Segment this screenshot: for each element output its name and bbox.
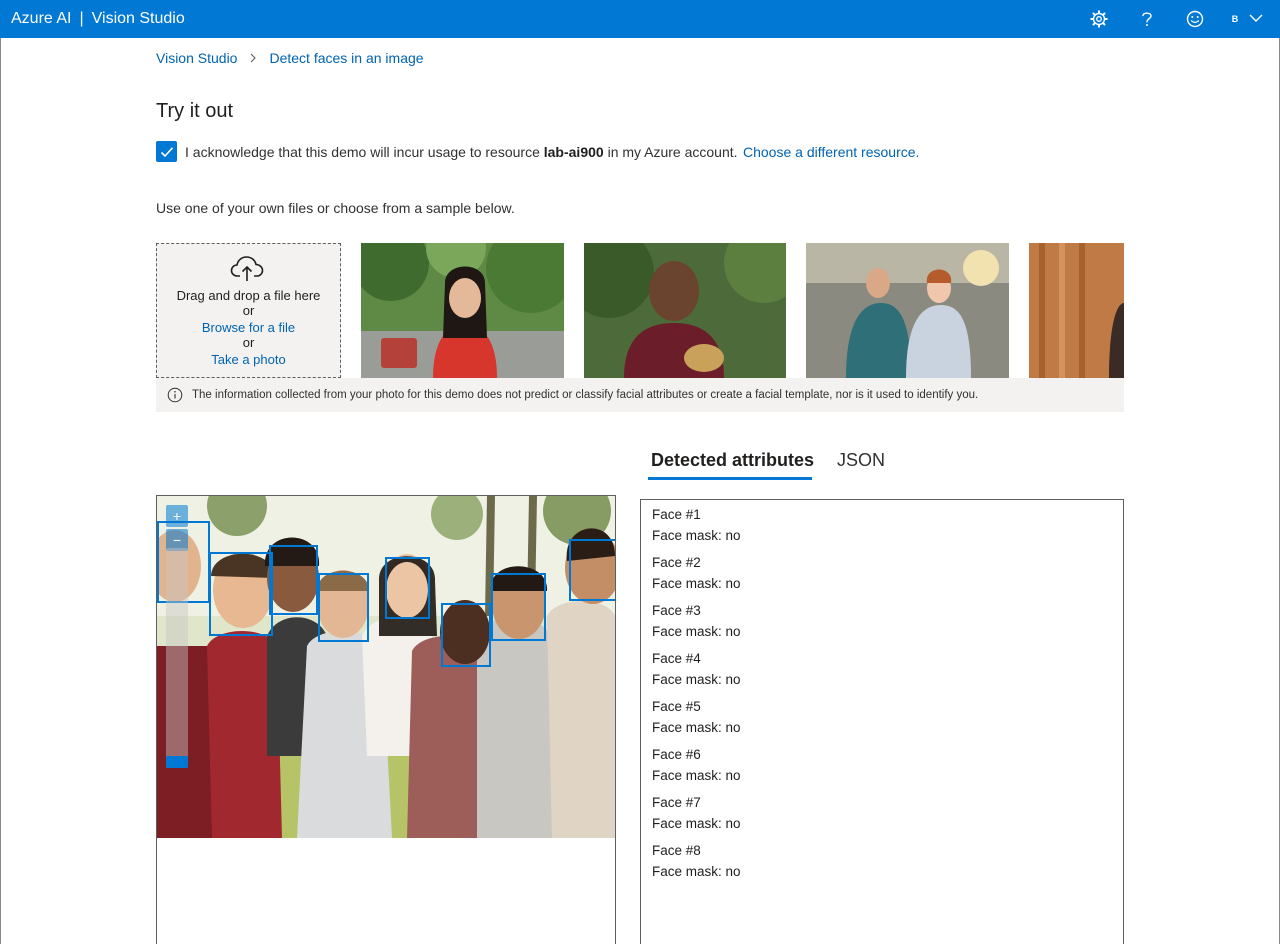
smiley-icon[interactable]	[1184, 8, 1206, 30]
sample-image-3[interactable]	[806, 243, 1009, 378]
chevron-right-icon	[245, 50, 261, 66]
face-3-mask: Face mask: no	[652, 624, 741, 639]
or-text: or	[242, 335, 255, 350]
face-4-label: Face #4	[652, 651, 701, 666]
sample-image-1[interactable]	[361, 243, 564, 378]
file-drop-zone[interactable]: Drag and drop a file here or Browse for …	[156, 243, 341, 378]
chevron-down-icon[interactable]	[1248, 10, 1264, 26]
face-bounding-box-6	[441, 603, 491, 667]
privacy-notice: The information collected from your phot…	[156, 378, 1124, 412]
take-photo-link[interactable]: Take a photo	[157, 352, 340, 367]
app-title[interactable]: Azure AI | Vision Studio	[11, 10, 185, 28]
info-icon	[167, 387, 183, 403]
face-7-mask: Face mask: no	[652, 816, 741, 831]
face-8-mask: Face mask: no	[652, 864, 741, 879]
face-2-mask: Face mask: no	[652, 576, 741, 591]
face-3-label: Face #3	[652, 603, 701, 618]
gear-icon[interactable]	[1088, 8, 1110, 30]
window-border-left	[0, 38, 1, 944]
analyzed-photo	[157, 496, 615, 838]
sample-image-2[interactable]	[584, 243, 786, 378]
help-icon[interactable]	[1136, 8, 1158, 30]
face-5-mask: Face mask: no	[652, 720, 741, 735]
checkmark-icon	[160, 146, 173, 157]
face-bounding-box-3	[269, 545, 318, 615]
detected-attributes-panel: Face #1 Face mask: no Face #2 Face mask:…	[640, 499, 1124, 944]
or-text: or	[242, 303, 255, 318]
face-bounding-box-4	[318, 573, 369, 642]
privacy-notice-text: The information collected from your phot…	[192, 389, 979, 401]
face-8-label: Face #8	[652, 843, 701, 858]
zoom-in-button[interactable]: +	[166, 505, 188, 527]
face-4-mask: Face mask: no	[652, 672, 741, 687]
breadcrumb-detect-faces[interactable]: Detect faces in an image	[269, 50, 423, 66]
browse-file-link[interactable]: Browse for a file	[157, 320, 340, 335]
face-1-label: Face #1	[652, 507, 701, 522]
face-bounding-box-8	[569, 539, 615, 601]
brand-azure-ai: Azure AI	[11, 10, 72, 27]
choose-resource-link[interactable]: Choose a different resource.	[743, 144, 919, 161]
instructions-text: Use one of your own files or choose from…	[156, 200, 515, 216]
cloud-upload-icon	[230, 256, 264, 281]
breadcrumb-vision-studio[interactable]: Vision Studio	[156, 50, 237, 66]
face-7-label: Face #7	[652, 795, 701, 810]
resource-name: lab-ai900	[543, 144, 604, 160]
page-title: Try it out	[156, 100, 234, 122]
face-bounding-box-5	[385, 557, 430, 619]
acknowledge-label: I acknowledge that this demo will incur …	[185, 144, 738, 161]
face-1-mask: Face mask: no	[652, 528, 741, 543]
acknowledge-checkbox[interactable]	[156, 141, 177, 162]
active-tab-indicator	[648, 477, 812, 480]
tab-json[interactable]: JSON	[837, 449, 885, 471]
avatar[interactable]: B	[1227, 11, 1243, 27]
zoom-slider-handle[interactable]	[166, 756, 188, 768]
face-2-label: Face #2	[652, 555, 701, 570]
face-bounding-box-7	[491, 573, 546, 641]
brand-vision-studio: Vision Studio	[91, 10, 185, 27]
sample-image-4[interactable]	[1029, 243, 1124, 378]
face-6-label: Face #6	[652, 747, 701, 762]
tab-detected-attributes[interactable]: Detected attributes	[651, 449, 814, 471]
zoom-slider-track[interactable]	[166, 548, 188, 768]
drag-drop-text: Drag and drop a file here	[176, 288, 321, 303]
breadcrumb: Vision Studio Detect faces in an image	[156, 50, 424, 66]
top-bar: Azure AI | Vision Studio B	[0, 0, 1280, 38]
brand-separator: |	[79, 10, 84, 27]
face-6-mask: Face mask: no	[652, 768, 741, 783]
acknowledge-text-after: in my Azure account.	[603, 144, 738, 160]
image-viewer[interactable]: + −	[156, 495, 616, 944]
face-bounding-box-2	[209, 552, 273, 636]
acknowledge-text-before: I acknowledge that this demo will incur …	[185, 144, 544, 160]
face-5-label: Face #5	[652, 699, 701, 714]
